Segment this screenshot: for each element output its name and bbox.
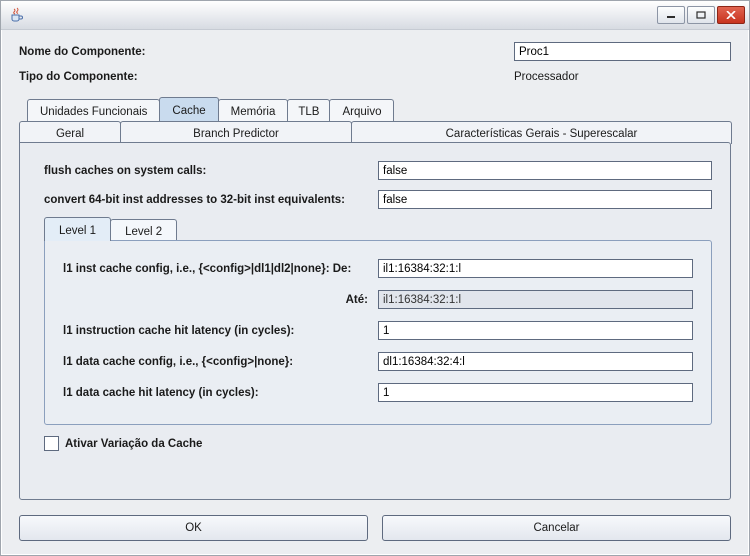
row-l1-inst-config-ate: Até: bbox=[63, 290, 693, 309]
java-cup-icon bbox=[9, 7, 25, 23]
tab-level1[interactable]: Level 1 bbox=[44, 217, 111, 241]
tab-label: Geral bbox=[56, 128, 84, 140]
input-component-name[interactable] bbox=[514, 42, 731, 61]
tab-level2[interactable]: Level 2 bbox=[110, 219, 177, 242]
cancel-button[interactable]: Cancelar bbox=[382, 515, 731, 541]
input-l1-data-config[interactable] bbox=[378, 352, 693, 371]
tab-unidades-funcionais[interactable]: Unidades Funcionais bbox=[27, 99, 160, 122]
tab-branch-predictor[interactable]: Branch Predictor bbox=[120, 121, 352, 144]
value-component-type: Processador bbox=[514, 71, 579, 83]
level-tabstrip: Level 1 Level 2 bbox=[44, 219, 712, 241]
label-l1-data-config: l1 data cache config, i.e., {<config>|no… bbox=[63, 356, 378, 368]
row-l1-data-config: l1 data cache config, i.e., {<config>|no… bbox=[63, 352, 693, 371]
tab-caracteristicas-superescalar[interactable]: Características Gerais - Superescalar bbox=[351, 121, 732, 144]
row-component-name: Nome do Componente: bbox=[19, 42, 731, 61]
tabstrip-secondary: Geral Branch Predictor Características G… bbox=[19, 121, 731, 143]
row-activate-cache-variation: Ativar Variação da Cache bbox=[44, 436, 712, 451]
tab-label: Cache bbox=[172, 105, 205, 117]
panel-cache: flush caches on system calls: convert 64… bbox=[19, 142, 731, 500]
input-flush-caches[interactable] bbox=[378, 161, 712, 180]
button-label: Cancelar bbox=[533, 522, 579, 534]
row-l1-inst-config-de: l1 inst cache config, i.e., {<config>|dl… bbox=[63, 259, 693, 278]
label-l1-data-hit-latency: l1 data cache hit latency (in cycles): bbox=[63, 387, 378, 399]
label-l1-inst-config-de: l1 inst cache config, i.e., {<config>|dl… bbox=[63, 263, 378, 275]
tab-arquivo[interactable]: Arquivo bbox=[329, 99, 394, 122]
label-activate-cache-variation: Ativar Variação da Cache bbox=[65, 438, 202, 450]
input-l1-inst-config-de[interactable] bbox=[378, 259, 693, 278]
label-l1-inst-config-ate: Até: bbox=[63, 294, 378, 306]
app-window: Nome do Componente: Tipo do Componente: … bbox=[0, 0, 750, 556]
ok-button[interactable]: OK bbox=[19, 515, 368, 541]
level-tabs-wrap: Level 1 Level 2 l1 inst cache config, i.… bbox=[44, 219, 712, 426]
label-l1-inst-hit-latency: l1 instruction cache hit latency (in cyc… bbox=[63, 325, 378, 337]
row-l1-inst-hit-latency: l1 instruction cache hit latency (in cyc… bbox=[63, 321, 693, 340]
title-bar bbox=[1, 1, 749, 30]
tab-cache[interactable]: Cache bbox=[159, 97, 218, 121]
input-convert-64bit[interactable] bbox=[378, 190, 712, 209]
tab-label: Características Gerais - Superescalar bbox=[446, 128, 638, 140]
tab-memoria[interactable]: Memória bbox=[218, 99, 289, 122]
tab-label: Level 1 bbox=[59, 225, 96, 237]
input-l1-inst-config-ate[interactable] bbox=[378, 290, 693, 309]
panel-level1: l1 inst cache config, i.e., {<config>|dl… bbox=[44, 240, 712, 425]
label-convert-64bit: convert 64-bit inst addresses to 32-bit … bbox=[44, 194, 378, 206]
label-component-name: Nome do Componente: bbox=[19, 46, 514, 58]
row-flush-caches: flush caches on system calls: bbox=[44, 161, 712, 180]
tab-label: Level 2 bbox=[125, 226, 162, 238]
checkbox-activate-cache-variation[interactable] bbox=[44, 436, 59, 451]
tab-tlb[interactable]: TLB bbox=[287, 99, 330, 122]
label-component-type: Tipo do Componente: bbox=[19, 71, 514, 83]
input-l1-data-hit-latency[interactable] bbox=[378, 383, 693, 402]
tab-label: Unidades Funcionais bbox=[40, 106, 147, 118]
button-label: OK bbox=[185, 522, 202, 534]
maximize-button[interactable] bbox=[687, 6, 715, 24]
tab-geral[interactable]: Geral bbox=[19, 121, 121, 144]
label-flush-caches: flush caches on system calls: bbox=[44, 165, 378, 177]
tab-label: Branch Predictor bbox=[193, 128, 279, 140]
minimize-button[interactable] bbox=[657, 6, 685, 24]
window-controls bbox=[657, 6, 745, 24]
row-component-type: Tipo do Componente: Processador bbox=[19, 71, 731, 83]
row-convert-64bit: convert 64-bit inst addresses to 32-bit … bbox=[44, 190, 712, 209]
tab-label: Memória bbox=[231, 106, 276, 118]
tab-label: TLB bbox=[298, 106, 319, 118]
tabstrip-main: Unidades Funcionais Cache Memória TLB Ar… bbox=[19, 99, 731, 121]
row-l1-data-hit-latency: l1 data cache hit latency (in cycles): bbox=[63, 383, 693, 402]
dialog-button-row: OK Cancelar bbox=[19, 515, 731, 541]
input-l1-inst-hit-latency[interactable] bbox=[378, 321, 693, 340]
tab-label: Arquivo bbox=[342, 106, 381, 118]
close-button[interactable] bbox=[717, 6, 745, 24]
content-area: Nome do Componente: Tipo do Componente: … bbox=[1, 30, 749, 555]
